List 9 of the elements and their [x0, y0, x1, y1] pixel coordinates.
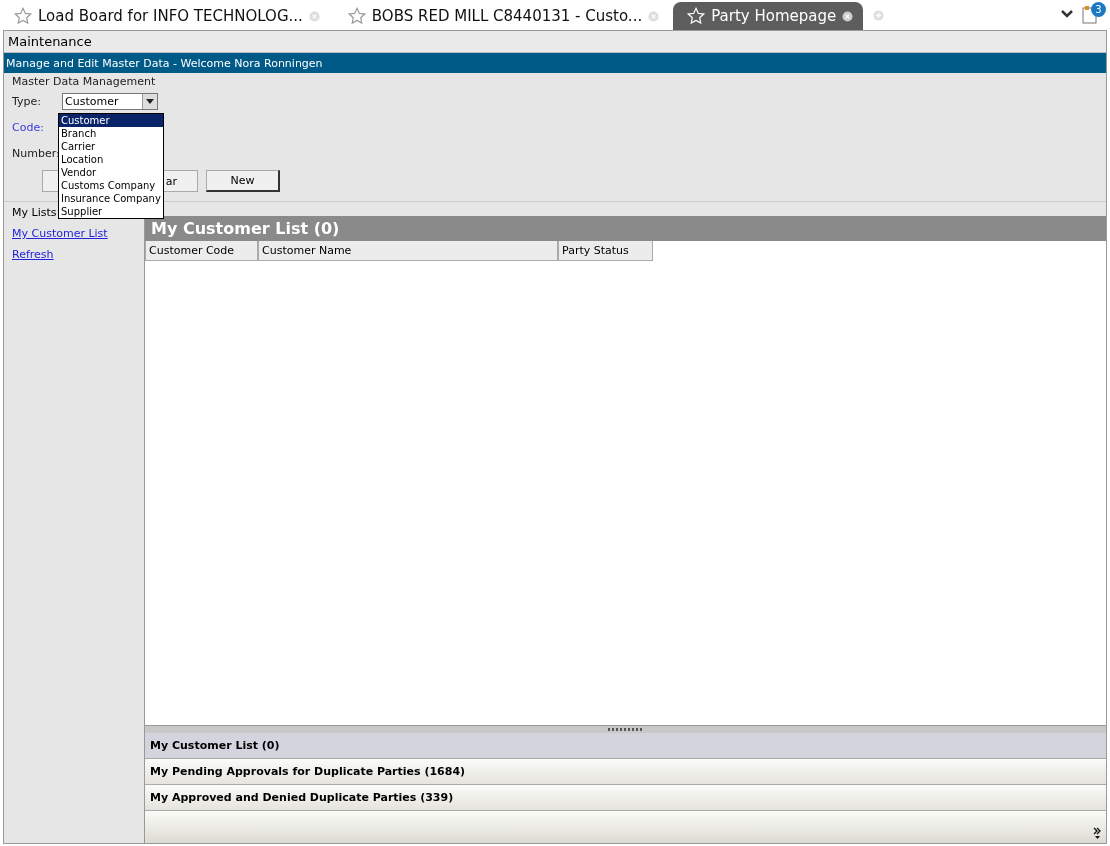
toolbar-title: Maintenance	[4, 31, 1106, 53]
header-bar: Manage and Edit Master Data - Welcome Nora Ronningen	[4, 53, 1106, 73]
sidebar-title: My Lists	[12, 206, 57, 219]
field-label: Type:	[12, 94, 42, 108]
section-title: Master Data Management	[12, 75, 156, 88]
notification-badge: 3	[1091, 2, 1106, 17]
field-label: Code:	[12, 120, 45, 134]
field-label: Number:	[12, 146, 61, 160]
panel-title: My Customer List (0)	[145, 216, 1106, 241]
